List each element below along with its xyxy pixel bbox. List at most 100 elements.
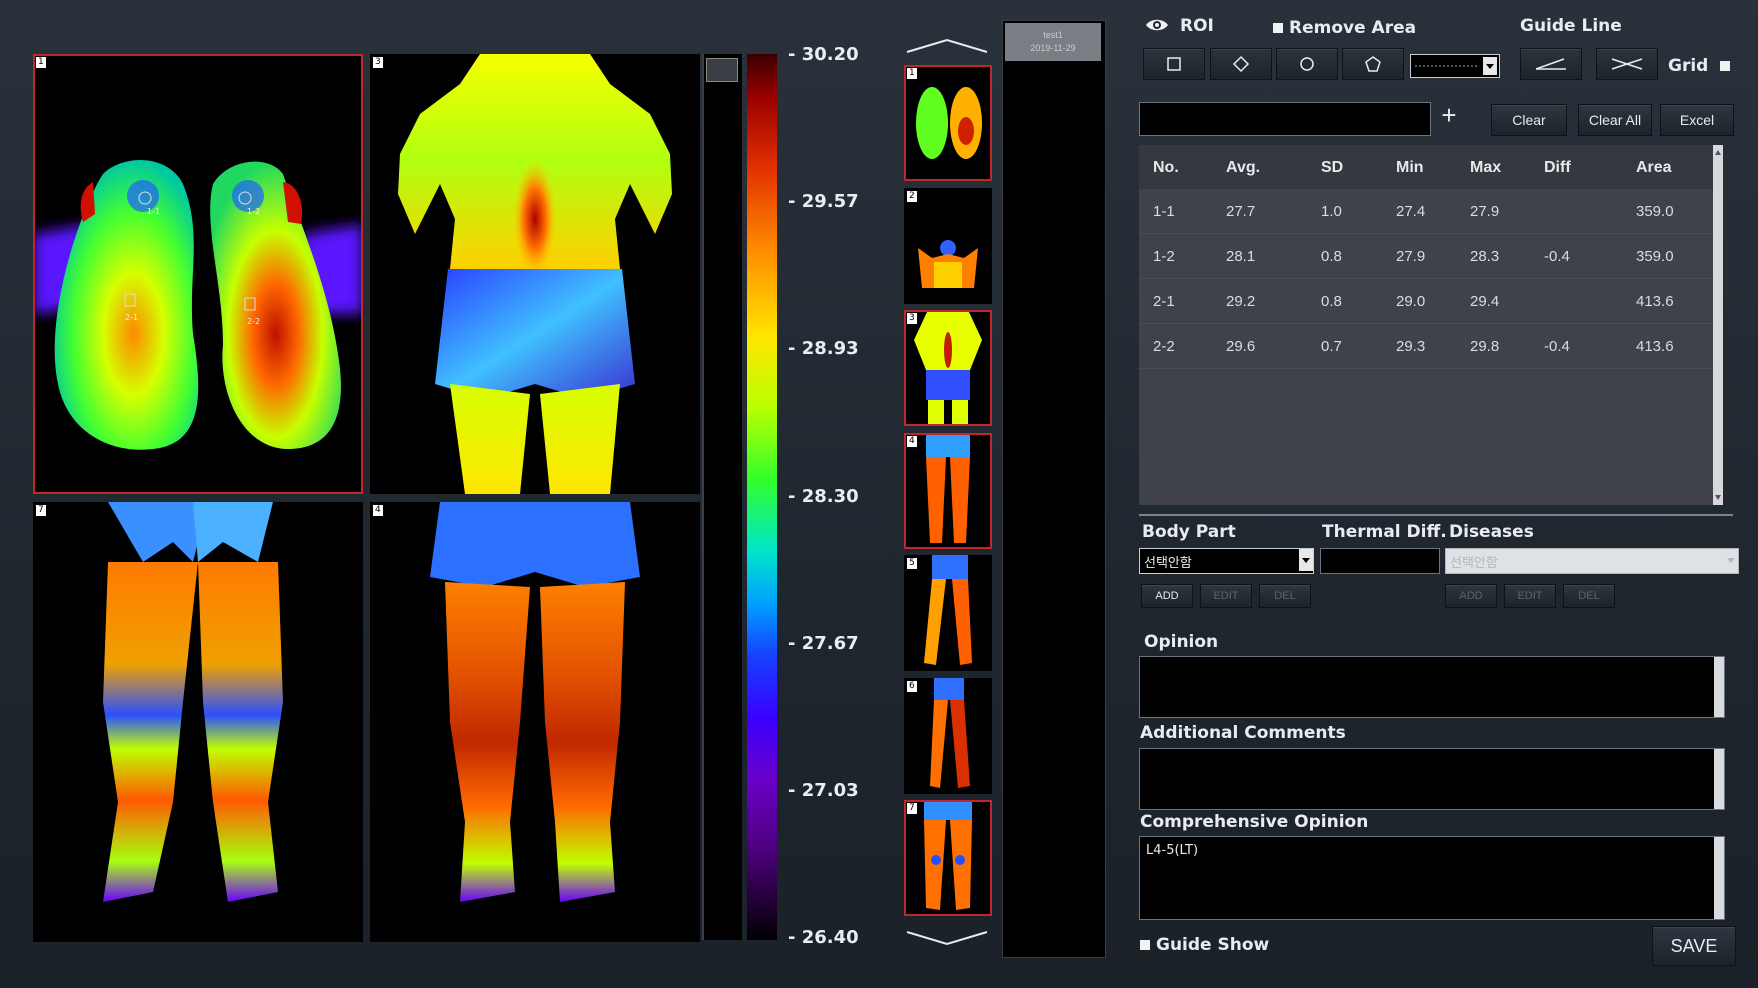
roi-label: ROI [1180,16,1214,36]
thumbnail-2[interactable]: 2 [904,188,992,304]
table-row[interactable]: 1-2 28.1 0.8 27.9 28.3 -0.4 359.0 [1139,234,1713,279]
guide-show-checkbox[interactable]: Guide Show [1140,935,1269,955]
thermal-panel-feet[interactable]: 1 1-1 1-2 2-1 2-2 [33,54,363,494]
comprehensive-opinion-textarea[interactable]: L4-5(LT) [1139,836,1725,920]
clear-all-button[interactable]: Clear All [1578,104,1652,136]
thumbnail-1[interactable]: 1 [904,65,992,181]
diseases-edit-button[interactable]: EDIT [1504,584,1556,608]
thumbnail-image [930,678,970,788]
dashed-line-icon [1415,57,1497,75]
diseases-del-button[interactable]: DEL [1563,584,1615,608]
cell: 359.0 [1636,203,1674,220]
eye-icon[interactable] [1144,16,1170,34]
table-header: No. Avg. SD Min Max Diff Area [1139,145,1713,189]
remove-area-checkbox[interactable]: Remove Area [1273,18,1416,38]
line-style-dropdown[interactable] [1410,54,1500,78]
col-max: Max [1470,159,1502,176]
thumbnail-6[interactable]: 6 [904,678,992,794]
col-diff: Diff [1544,159,1571,176]
opinion-label: Opinion [1144,632,1219,652]
body-part-edit-button[interactable]: EDIT [1200,584,1252,608]
scale-tick-min: - 26.40 [788,927,859,948]
polygon-tool-button[interactable] [1342,48,1404,80]
col-area: Area [1636,159,1672,176]
cell: 27.9 [1396,248,1426,265]
guide-line-label: Guide Line [1520,16,1622,36]
patient-entry[interactable]: test1 2019-11-29 [1005,23,1101,61]
feet-thermogram: 1-1 1-2 2-1 2-2 [33,160,363,450]
cell: -0.4 [1544,248,1570,265]
thumbnail-4[interactable]: 4 [904,433,992,549]
patient-list[interactable]: test1 2019-11-29 [1002,20,1106,958]
clear-button[interactable]: Clear [1491,104,1567,136]
cell: 29.0 [1396,293,1426,310]
cell: 2-1 [1153,293,1175,310]
back-thermogram [398,54,672,494]
body-part-add-button[interactable]: ADD [1141,584,1193,608]
excel-button[interactable]: Excel [1660,104,1734,136]
thumbnail-image [924,800,972,910]
roi-name-input[interactable] [1139,102,1431,136]
temperature-color-scale [747,54,777,940]
add-roi-button[interactable]: + [1436,100,1462,130]
thumbnail-image [918,240,978,288]
ellipse-tool-button[interactable] [1276,48,1338,80]
layout-toggle-button[interactable] [706,58,738,82]
roi-label-1-1: 1-1 [147,207,160,216]
scale-tick: - 28.93 [788,338,859,359]
table-row[interactable]: 2-1 29.2 0.8 29.0 29.4 413.6 [1139,279,1713,324]
thumbnail-number: 4 [907,436,917,447]
textarea-scrollbar[interactable] [1714,657,1724,717]
scale-tick: - 29.57 [788,191,859,212]
additional-comments-textarea[interactable] [1139,748,1725,810]
thermal-panel-back[interactable]: 3 [370,54,700,494]
diseases-add-button[interactable]: ADD [1445,584,1497,608]
cell: 29.8 [1470,338,1500,355]
body-part-select[interactable]: 선택안함 [1139,548,1314,574]
thumbnail-7[interactable]: 7 [904,800,992,916]
cell: 29.4 [1470,293,1500,310]
thermal-panel-legs-front[interactable]: 7 [33,502,363,942]
cross-line-button[interactable] [1596,48,1658,80]
angle-line-button[interactable] [1520,48,1582,80]
diamond-icon [1232,55,1250,73]
thumbnail-number: 5 [907,558,917,569]
grid-checkbox[interactable]: Grid [1668,56,1731,76]
diamond-tool-button[interactable] [1210,48,1272,80]
col-no: No. [1153,159,1179,176]
cell: 29.6 [1226,338,1256,355]
table-row[interactable]: 2-2 29.6 0.7 29.3 29.8 -0.4 413.6 [1139,324,1713,369]
cell: 29.3 [1396,338,1426,355]
cell: 1-1 [1153,203,1175,220]
filmstrip-down-arrow-icon[interactable] [902,928,992,948]
textarea-scrollbar[interactable] [1714,837,1724,919]
opinion-textarea[interactable] [1139,656,1725,718]
rectangle-tool-button[interactable] [1143,48,1205,80]
cell: 29.2 [1226,293,1256,310]
cell: 0.7 [1321,338,1342,355]
thumbnail-image [926,433,970,543]
body-part-del-button[interactable]: DEL [1259,584,1311,608]
roi-stats-table[interactable]: No. Avg. SD Min Max Diff Area 1-1 27.7 1… [1139,145,1723,505]
thermal-panel-legs-back[interactable]: 4 [370,502,700,942]
legs-front-thermogram [103,502,283,902]
table-row[interactable]: 1-1 27.7 1.0 27.4 27.9 359.0 [1139,189,1713,234]
cell: 413.6 [1636,338,1674,355]
angle-line-icon [1535,58,1566,70]
thumbnail-image [924,555,972,665]
textarea-scrollbar[interactable] [1714,749,1724,809]
thumbnail-5[interactable]: 5 [904,555,992,671]
remove-area-label: Remove Area [1289,18,1417,38]
diseases-select[interactable]: 선택안함 [1445,548,1739,574]
filmstrip-up-arrow-icon[interactable] [902,36,992,56]
save-button[interactable]: SAVE [1652,926,1736,966]
scale-tick: - 27.67 [788,633,859,654]
col-min: Min [1396,159,1424,176]
section-divider [1139,514,1733,516]
legs-back-thermogram [430,502,640,902]
table-scrollbar[interactable] [1713,145,1723,505]
roi-label-1-2: 1-2 [247,207,260,216]
thumbnail-3[interactable]: 3 [904,310,992,426]
comprehensive-opinion-text: L4-5(LT) [1146,843,1199,858]
thermal-diff-input[interactable] [1320,548,1440,574]
